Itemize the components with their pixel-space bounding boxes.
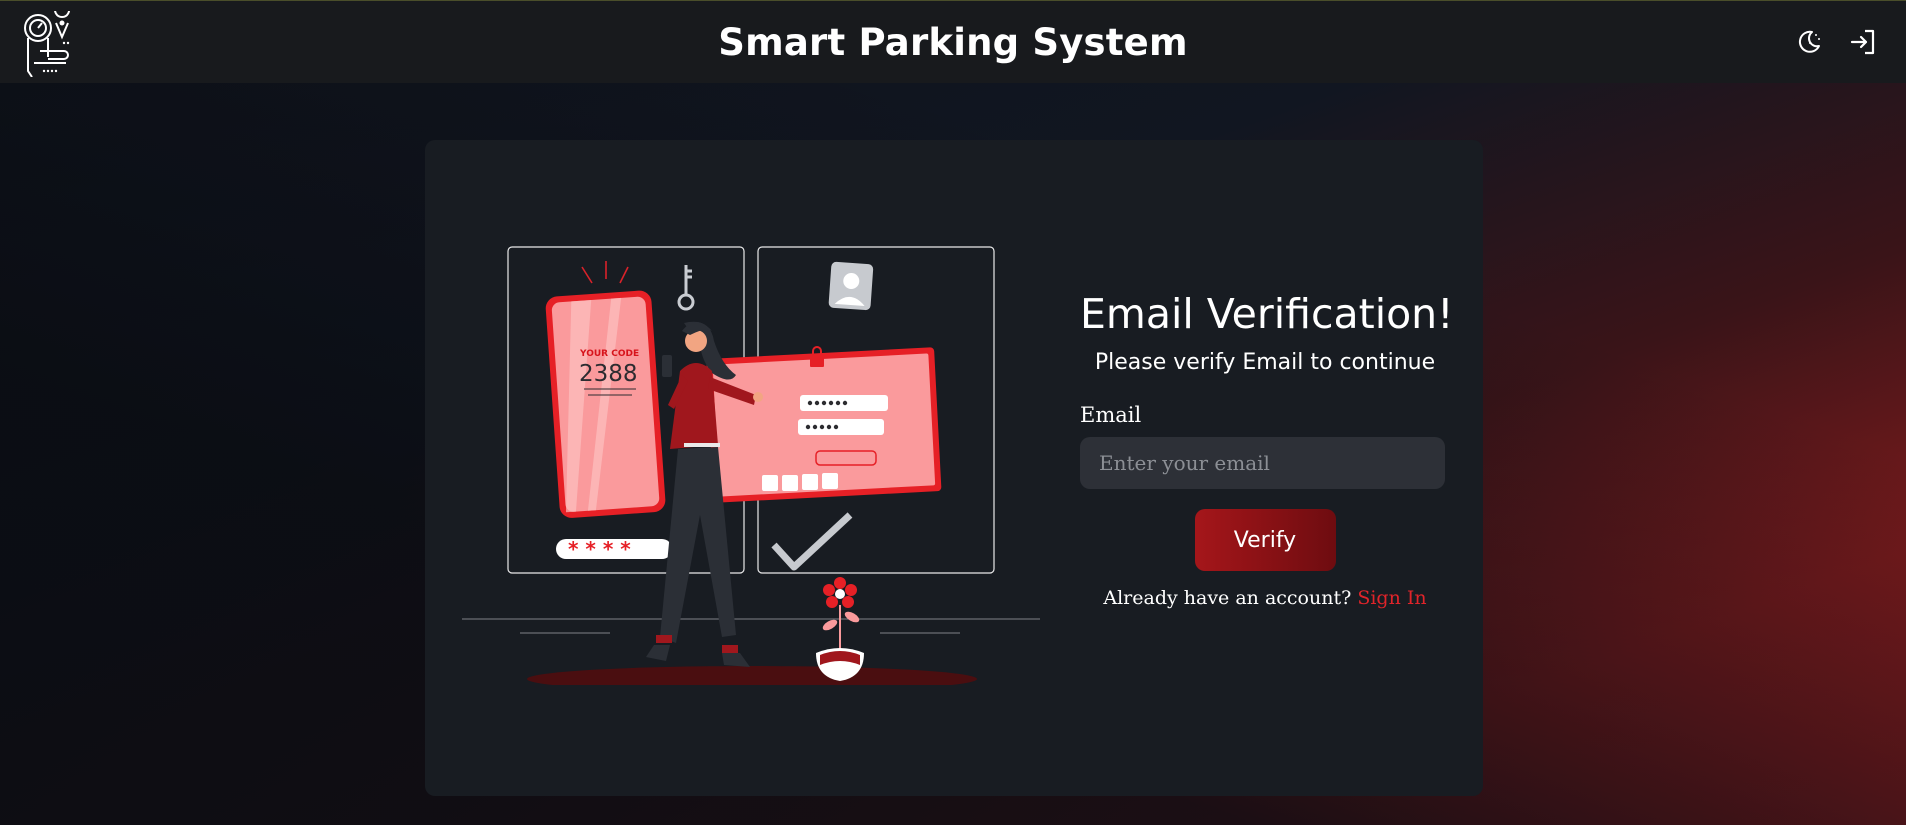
email-label: Email: [1080, 403, 1142, 427]
verification-form: Email Verification! Please verify Email …: [1080, 290, 1454, 609]
account-prompt: Already have an account?: [1103, 587, 1352, 609]
verification-illustration: YOUR CODE 2388 * * * *: [462, 246, 1040, 685]
form-subheading: Please verify Email to continue: [1094, 350, 1436, 375]
form-heading: Email Verification!: [1080, 290, 1454, 338]
sign-in-header-button[interactable]: [1848, 27, 1878, 57]
sign-in-link[interactable]: Sign In: [1357, 587, 1426, 609]
app-header: Smart Parking System: [0, 0, 1906, 83]
verification-card: YOUR CODE 2388 * * * * Email Verificatio…: [425, 140, 1483, 796]
parking-pin-logo-icon[interactable]: [18, 11, 76, 77]
phone-code-label: YOUR CODE: [579, 349, 639, 359]
sign-in-icon: [1850, 29, 1875, 55]
pin-mask: * * * *: [568, 537, 631, 561]
app-title: Smart Parking System: [718, 20, 1188, 64]
verify-button[interactable]: Verify: [1194, 509, 1336, 571]
signin-row: Already have an account? Sign In: [1080, 587, 1450, 609]
moon-icon: [1798, 30, 1820, 53]
theme-toggle-button[interactable]: [1794, 27, 1824, 57]
email-field[interactable]: [1080, 437, 1445, 489]
phone-code: 2388: [579, 361, 638, 387]
